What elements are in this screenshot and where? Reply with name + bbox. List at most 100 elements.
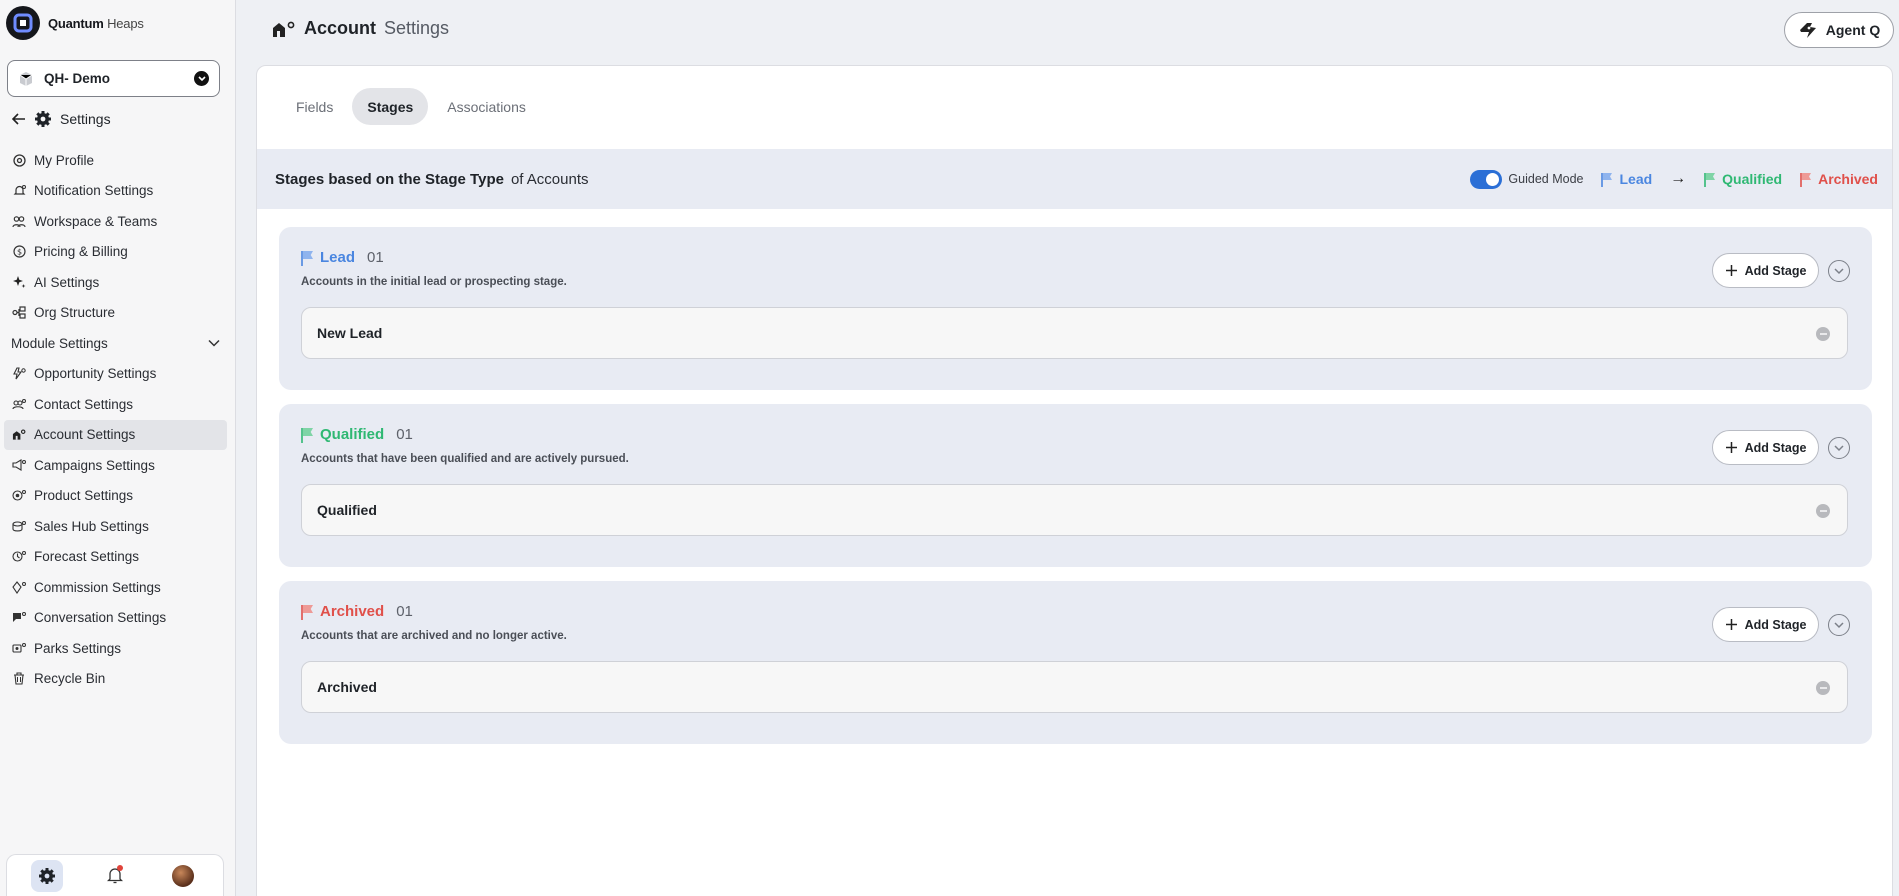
plus-icon <box>1725 619 1737 630</box>
sidebar-item-campaigns-settings[interactable]: Campaigns Settings <box>0 450 228 481</box>
page-title-rest: Settings <box>384 18 450 38</box>
quantum-logo-icon <box>6 6 40 40</box>
sidebar-item-org-structure[interactable]: Org Structure <box>0 298 228 329</box>
sidebar-item-recycle-bin[interactable]: Recycle Bin <box>0 664 228 695</box>
sidebar-item-notification-settings[interactable]: Notification Settings <box>0 176 228 207</box>
campaign-icon <box>12 458 26 472</box>
chevron-down-icon[interactable] <box>208 339 220 347</box>
sidebar-item-label: My Profile <box>34 152 95 168</box>
flag-icon <box>301 427 313 443</box>
tab-bar: Fields Stages Associations <box>281 88 541 125</box>
chevron-down-icon <box>194 71 209 86</box>
stage-description: Accounts that have been qualified and ar… <box>301 453 629 465</box>
guided-mode-label: Guided Mode <box>1508 172 1584 186</box>
stage-heading: Archived 01 <box>301 603 413 620</box>
tab-stages[interactable]: Stages <box>352 88 429 125</box>
chevron-down-icon <box>1834 444 1844 451</box>
stage-card-lead: Lead 01 Accounts in the initial lead or … <box>279 227 1872 390</box>
add-stage-button[interactable]: Add Stage <box>1712 430 1819 465</box>
flag-icon <box>1601 172 1613 187</box>
add-stage-button[interactable]: Add Stage <box>1712 253 1819 288</box>
collapse-button[interactable] <box>1828 260 1850 282</box>
parks-icon <box>12 641 26 655</box>
settings-button[interactable] <box>31 859 63 892</box>
arrow-left-icon[interactable] <box>12 113 26 125</box>
sidebar-item-my-profile[interactable]: My Profile <box>0 145 228 176</box>
sidebar-item-product-settings[interactable]: Product Settings <box>0 481 228 512</box>
sidebar-item-sales-hub-settings[interactable]: Sales Hub Settings <box>0 511 228 542</box>
sidebar-item-label: Account Settings <box>34 427 136 443</box>
sidebar-nav: My Profile Notification Settings Workspa… <box>0 145 236 694</box>
remove-icon[interactable] <box>1816 504 1830 518</box>
stage-count: 01 <box>396 603 413 620</box>
user-avatar-button[interactable] <box>167 860 199 892</box>
stage-row[interactable]: Qualified <box>301 484 1848 536</box>
sidebar-bottom-bar <box>6 854 224 896</box>
stage-row-label: New Lead <box>317 325 383 341</box>
notifications-button[interactable] <box>99 860 131 892</box>
sidebar-item-opportunity-settings[interactable]: Opportunity Settings <box>0 359 228 390</box>
settings-title: Settings <box>60 111 111 127</box>
page-title-bold: Account <box>304 18 376 38</box>
stage-name: Lead <box>320 249 356 266</box>
guided-mode-toggle[interactable] <box>1470 169 1503 189</box>
plus-icon <box>1725 442 1737 453</box>
sidebar-item-conversation-settings[interactable]: Conversation Settings <box>0 603 228 634</box>
remove-icon[interactable] <box>1816 681 1830 695</box>
plus-icon <box>1725 265 1737 276</box>
guided-mode[interactable]: Guided Mode <box>1470 169 1584 189</box>
brand-logo[interactable]: Quantum Heaps <box>6 6 144 40</box>
trash-icon <box>12 672 26 686</box>
tab-associations[interactable]: Associations <box>432 88 541 125</box>
stage-row[interactable]: Archived <box>301 661 1848 713</box>
stage-description: Accounts in the initial lead or prospect… <box>301 276 567 288</box>
gear-icon <box>35 111 51 127</box>
agent-q-label: Agent Q <box>1825 22 1881 38</box>
product-icon <box>12 489 26 503</box>
settings-back[interactable]: Settings <box>12 110 111 128</box>
add-stage-label: Add Stage <box>1744 263 1807 278</box>
stage-card-archived: Archived 01 Accounts that are archived a… <box>279 581 1872 744</box>
sidebar-item-ai-settings[interactable]: AI Settings <box>0 267 228 298</box>
stage-type-bar: Stages based on the Stage Type of Accoun… <box>257 149 1892 209</box>
conversation-icon <box>12 611 26 625</box>
stage-heading: Lead 01 <box>301 249 384 266</box>
module-settings-section[interactable]: Module Settings <box>0 328 236 359</box>
stage-type-controls: Guided Mode Lead → Qualified Archived <box>1470 149 1878 209</box>
sidebar-item-forecast-settings[interactable]: Forecast Settings <box>0 542 228 573</box>
module-settings-label: Module Settings <box>11 335 108 351</box>
opportunity-icon <box>12 367 26 381</box>
stage-name: Archived <box>320 603 385 620</box>
agent-q-button[interactable]: Agent Q <box>1784 12 1894 48</box>
flow-arrow: → <box>1670 170 1687 187</box>
sidebar-item-contact-settings[interactable]: Contact Settings <box>0 389 228 420</box>
at-sign-icon <box>12 153 26 167</box>
workspace-select[interactable]: QH- Demo <box>7 60 220 97</box>
sidebar-item-label: Recycle Bin <box>34 671 106 687</box>
flow-lead: Lead <box>1601 171 1652 187</box>
contact-icon <box>12 397 26 411</box>
collapse-button[interactable] <box>1828 437 1850 459</box>
sidebar-item-account-settings[interactable]: Account Settings <box>4 419 227 450</box>
sidebar-item-label: Sales Hub Settings <box>34 518 149 534</box>
sidebar-item-label: Pricing & Billing <box>34 244 128 260</box>
remove-icon[interactable] <box>1816 327 1830 341</box>
tab-fields[interactable]: Fields <box>281 88 348 125</box>
svg-text:$: $ <box>16 248 21 257</box>
sidebar-item-workspace-teams[interactable]: Workspace & Teams <box>0 206 228 237</box>
sidebar-item-parks-settings[interactable]: Parks Settings <box>0 633 228 664</box>
add-stage-button[interactable]: Add Stage <box>1712 607 1819 642</box>
collapse-button[interactable] <box>1828 614 1850 636</box>
sidebar-item-commission-settings[interactable]: Commission Settings <box>0 572 228 603</box>
sidebar-item-label: Campaigns Settings <box>34 457 155 473</box>
stage-row-label: Qualified <box>317 502 377 518</box>
sidebar-item-label: Commission Settings <box>34 579 161 595</box>
sidebar-item-pricing-billing[interactable]: $ Pricing & Billing <box>0 237 228 268</box>
stage-row[interactable]: New Lead <box>301 307 1848 359</box>
flow-qualified-label: Qualified <box>1722 171 1783 187</box>
add-stage-label: Add Stage <box>1744 617 1807 632</box>
stage-card-qualified: Qualified 01 Accounts that have been qua… <box>279 404 1872 567</box>
page-header: Account Settings Agent Q <box>236 0 1899 60</box>
flag-icon <box>301 250 313 266</box>
commission-icon <box>12 580 26 594</box>
